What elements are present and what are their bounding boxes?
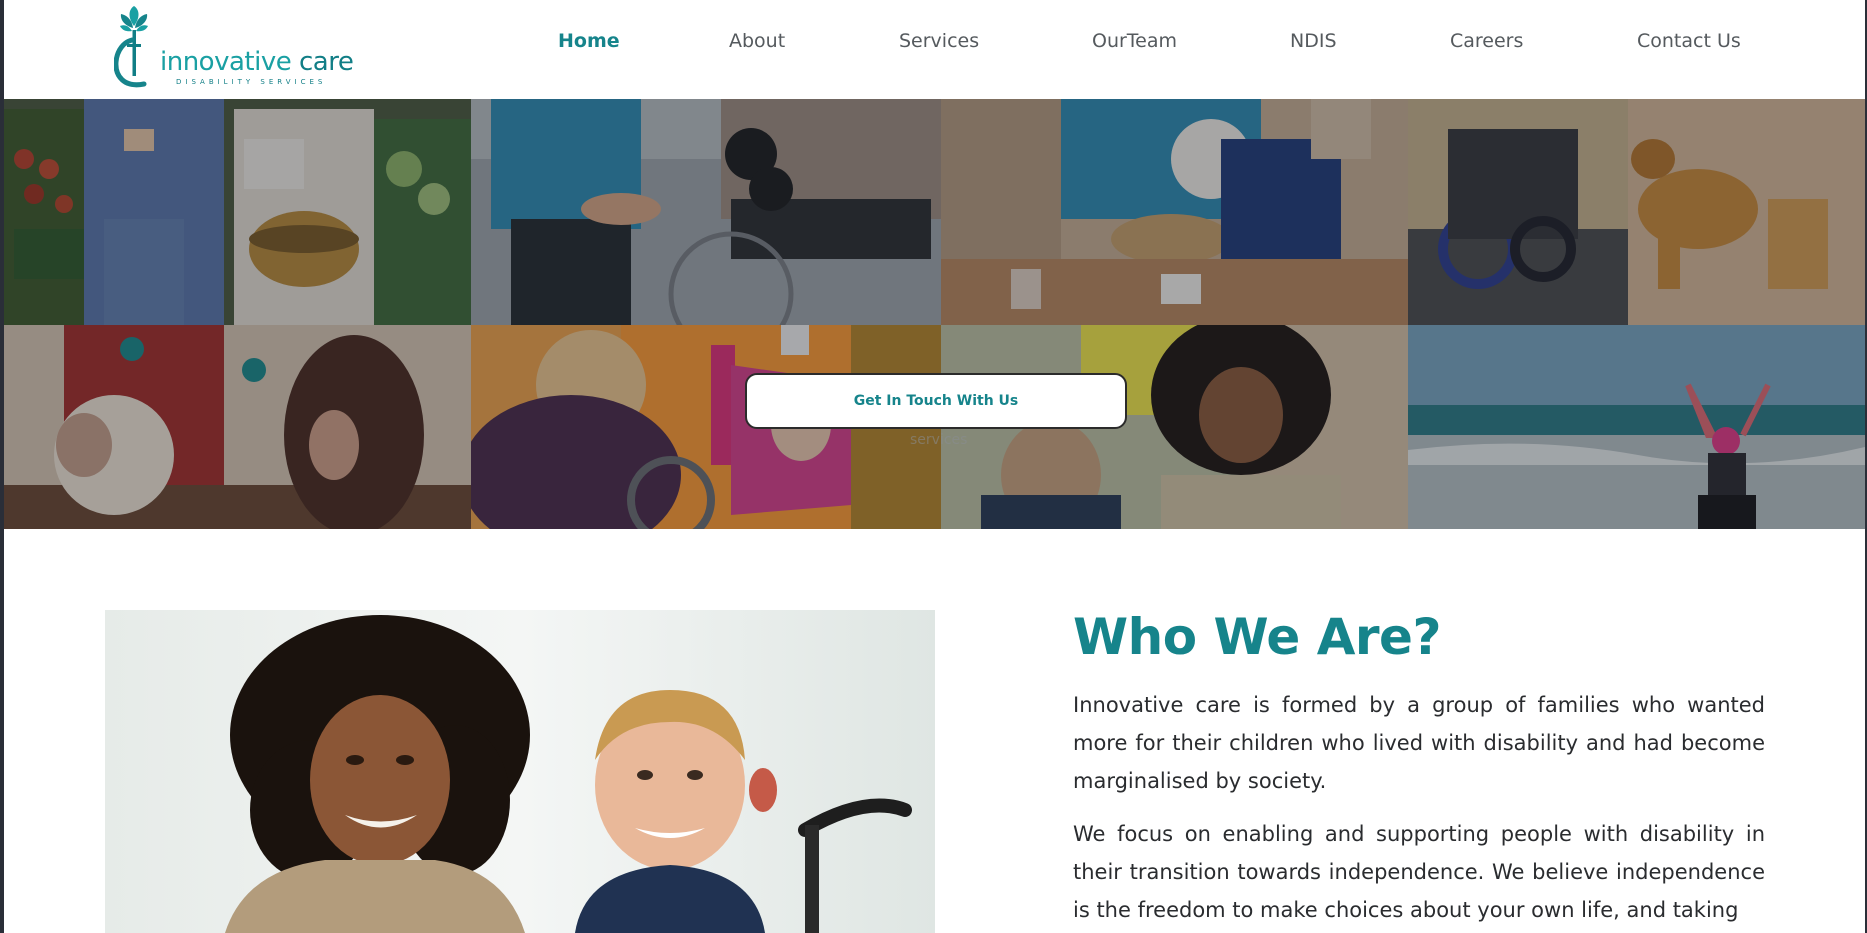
hero-services-label: services: [910, 432, 968, 448]
nav-about[interactable]: About: [729, 30, 785, 52]
hero-image-beach: [1408, 325, 1865, 529]
hero-image-exercise: [4, 325, 471, 529]
who-we-are-paragraph-1: Innovative care is formed by a group of …: [1073, 693, 1765, 793]
logo-wordmark: innovative care: [160, 47, 354, 77]
hero-image-service-dog: [1408, 99, 1865, 325]
nav-contact-us[interactable]: Contact Us: [1637, 30, 1741, 52]
who-we-are-title: Who We Are?: [1073, 608, 1441, 666]
logo-tagline: DISABILITY SERVICES: [176, 78, 327, 86]
hero-image-baking: [941, 99, 1408, 325]
who-we-are-paragraph-2: We focus on enabling and supporting peop…: [1073, 822, 1765, 922]
nav-careers[interactable]: Careers: [1450, 30, 1523, 52]
logo[interactable]: innovative care DISABILITY SERVICES: [114, 4, 354, 88]
site-header: innovative care DISABILITY SERVICES Home…: [4, 0, 1865, 99]
nav-ourteam[interactable]: OurTeam: [1092, 30, 1177, 52]
logo-mark-icon: [114, 6, 148, 88]
get-in-touch-button[interactable]: Get In Touch With Us: [745, 373, 1127, 429]
logo-wordmark-part2: care: [298, 47, 354, 77]
hero-image-grocery: [4, 99, 471, 325]
nav-home[interactable]: Home: [558, 30, 620, 52]
who-we-are-photo: [105, 610, 935, 933]
page: innovative care DISABILITY SERVICES Home…: [4, 0, 1865, 933]
nav-ndis[interactable]: NDIS: [1290, 30, 1337, 52]
hero-mosaic: Get In Touch With Us services: [4, 99, 1865, 529]
nav-services[interactable]: Services: [899, 30, 979, 52]
logo-wordmark-part1: innovative: [160, 47, 292, 77]
hero-image-therapy: [471, 99, 941, 325]
